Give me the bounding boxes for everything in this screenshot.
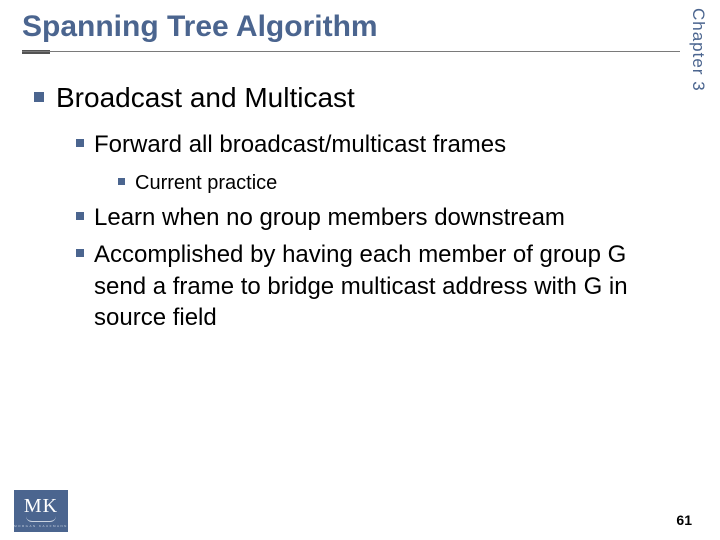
slide-body: Broadcast and Multicast Forward all broa… <box>34 70 680 333</box>
square-bullet-icon <box>76 139 84 147</box>
square-bullet-icon <box>76 212 84 220</box>
logo-publisher-name: MORGAN KAUFMANN <box>14 524 68 528</box>
title-area: Spanning Tree Algorithm <box>22 10 680 54</box>
bullet-text: Forward all broadcast/multicast frames <box>94 129 506 160</box>
square-bullet-icon <box>76 249 84 257</box>
title-underline <box>22 50 680 54</box>
logo-arc-icon <box>26 516 56 522</box>
bullet-level-2: Forward all broadcast/multicast frames C… <box>76 129 680 196</box>
chapter-label: Chapter 3 <box>688 8 708 92</box>
bullet-text: Accomplished by having each member of gr… <box>94 239 680 333</box>
square-bullet-icon <box>118 178 125 185</box>
bullet-level-3: Current practice <box>118 170 680 196</box>
square-bullet-icon <box>34 92 44 102</box>
bullet-level-2: Accomplished by having each member of gr… <box>76 239 680 333</box>
logo-initials: MK <box>24 495 58 518</box>
bullet-text: Current practice <box>135 170 277 196</box>
page-number: 61 <box>676 512 692 528</box>
bullet-level-1: Broadcast and Multicast Forward all broa… <box>34 80 680 333</box>
bullet-text: Learn when no group members downstream <box>94 202 565 233</box>
slide-title: Spanning Tree Algorithm <box>22 10 680 50</box>
publisher-logo: MK MORGAN KAUFMANN <box>14 490 68 532</box>
bullet-level-2: Learn when no group members downstream <box>76 202 680 233</box>
bullet-text: Broadcast and Multicast <box>56 80 355 115</box>
